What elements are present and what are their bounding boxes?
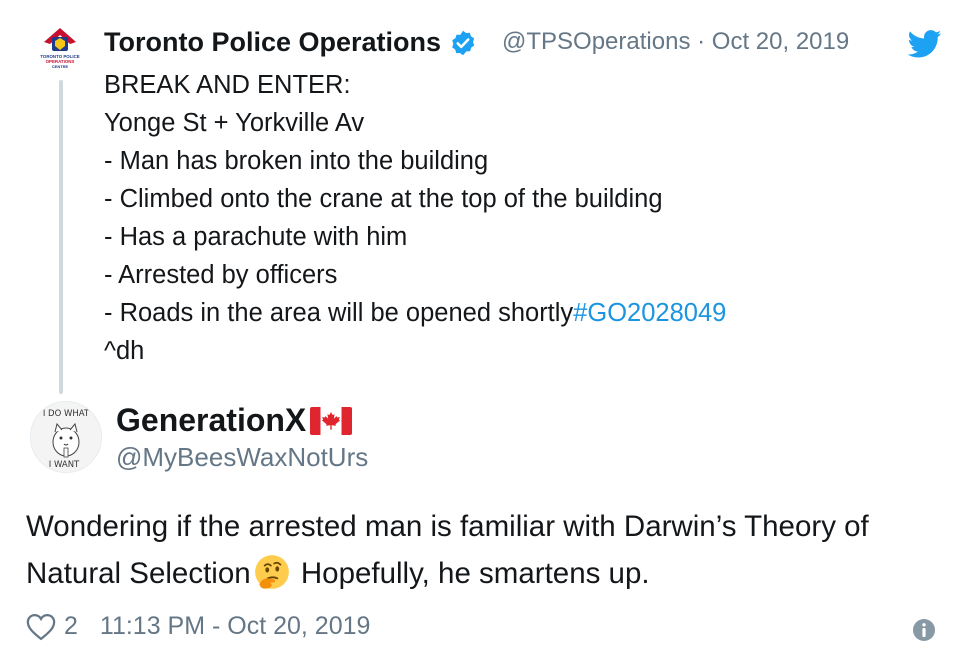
reply-text-part2: Hopefully, he smartens up.: [292, 557, 650, 590]
parent-author[interactable]: Toronto Police Operations: [104, 27, 477, 58]
meta-separator: ·: [697, 28, 706, 55]
tweet-timestamp[interactable]: 11:13 PM - Oct 20, 2019: [100, 612, 371, 641]
tps-logo-icon: TORONTO POLICE OPERATIONS CENTRE: [34, 22, 86, 74]
tweet-signature: ^dh: [104, 337, 145, 365]
canada-flag-icon: [310, 406, 353, 435]
reply-author-name[interactable]: GenerationX: [116, 402, 306, 439]
cat-avatar-icon: I DO WHAT I WANT: [31, 402, 101, 472]
thinking-face-icon: [254, 555, 289, 589]
parent-meta: @TPSOperations · Oct 20, 2019: [502, 28, 849, 56]
tweet-line: - Has a parachute with him: [104, 223, 408, 251]
reply-tweet-body: Wondering if the arrested man is familia…: [26, 503, 956, 597]
tweet-line: - Arrested by officers: [104, 261, 338, 289]
tweet-line-text: - Roads in the area will be opened short…: [104, 299, 574, 327]
tweet-line: - Climbed onto the crane at the top of t…: [104, 185, 663, 213]
svg-text:I WANT: I WANT: [49, 460, 80, 470]
parent-tweet-body: BREAK AND ENTER: Yonge St + Yorkville Av -…: [104, 66, 726, 370]
like-count[interactable]: 2: [64, 612, 78, 641]
svg-text:I DO WHAT: I DO WHAT: [43, 409, 90, 419]
tweet-line: BREAK AND ENTER:: [104, 71, 351, 99]
twitter-bird-icon[interactable]: [908, 30, 942, 58]
reply-author[interactable]: GenerationX: [116, 402, 353, 439]
verified-badge-icon: [452, 30, 475, 55]
thread-connector-line: [59, 80, 63, 394]
tps-avatar[interactable]: TORONTO POLICE OPERATIONS CENTRE: [34, 22, 86, 74]
info-icon[interactable]: [912, 618, 936, 642]
tweet-footer: 2 11:13 PM - Oct 20, 2019: [26, 612, 370, 641]
tweet-line: - Man has broken into the building: [104, 147, 489, 175]
tweet-line: - Roads in the area will be opened short…: [104, 294, 726, 332]
parent-date[interactable]: Oct 20, 2019: [712, 28, 849, 55]
heart-icon[interactable]: [26, 613, 56, 641]
reply-avatar[interactable]: I DO WHAT I WANT: [30, 401, 102, 473]
tweet-line: Yonge St + Yorkville Av: [104, 109, 365, 137]
parent-handle[interactable]: @TPSOperations: [502, 28, 690, 55]
hashtag-link[interactable]: #GO2028049: [573, 299, 726, 327]
reply-handle[interactable]: @MyBeesWaxNotUrs: [116, 442, 368, 473]
svg-text:CENTRE: CENTRE: [52, 64, 69, 69]
parent-author-name[interactable]: Toronto Police Operations: [104, 27, 441, 58]
